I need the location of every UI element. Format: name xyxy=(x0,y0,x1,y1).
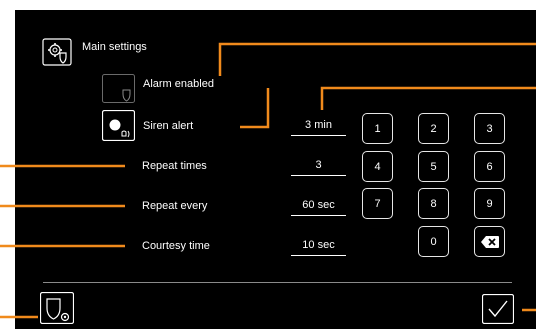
backspace-icon xyxy=(480,235,499,248)
alarm-enabled-label: Alarm enabled xyxy=(143,78,214,90)
keypad-key-6[interactable]: 6 xyxy=(474,151,505,182)
keypad-key-8[interactable]: 8 xyxy=(418,188,449,219)
courtesy-time-field[interactable]: 10 sec xyxy=(291,239,346,256)
backspace-button[interactable] xyxy=(474,226,505,257)
siren-duration-field[interactable]: 3 min xyxy=(291,119,346,136)
repeat-every-field[interactable]: 60 sec xyxy=(291,199,346,216)
repeat-times-field[interactable]: 3 xyxy=(291,159,346,176)
keypad-key-0[interactable]: 0 xyxy=(418,226,449,257)
siren-alert-label: Siren alert xyxy=(143,120,194,132)
repeat-times-label: Repeat times xyxy=(142,160,207,172)
keypad-key-5[interactable]: 5 xyxy=(418,151,449,182)
settings-shield-icon[interactable] xyxy=(42,38,72,66)
confirm-check-icon[interactable] xyxy=(481,293,515,325)
keypad-key-9[interactable]: 9 xyxy=(474,188,505,219)
alarm-enabled-checkbox[interactable] xyxy=(102,74,135,103)
footer-divider xyxy=(43,282,512,283)
keypad-key-4[interactable]: 4 xyxy=(362,151,393,182)
page-title: Main settings xyxy=(82,41,147,53)
keypad-key-7[interactable]: 7 xyxy=(362,188,393,219)
keypad-key-2[interactable]: 2 xyxy=(418,113,449,144)
keypad-key-1[interactable]: 1 xyxy=(362,113,393,144)
keypad-key-3[interactable]: 3 xyxy=(474,113,505,144)
shield-settings-icon[interactable] xyxy=(39,291,75,325)
repeat-every-label: Repeat every xyxy=(142,200,208,212)
siren-alert-checkbox[interactable] xyxy=(101,109,136,142)
courtesy-time-label: Courtesy time xyxy=(142,240,210,252)
